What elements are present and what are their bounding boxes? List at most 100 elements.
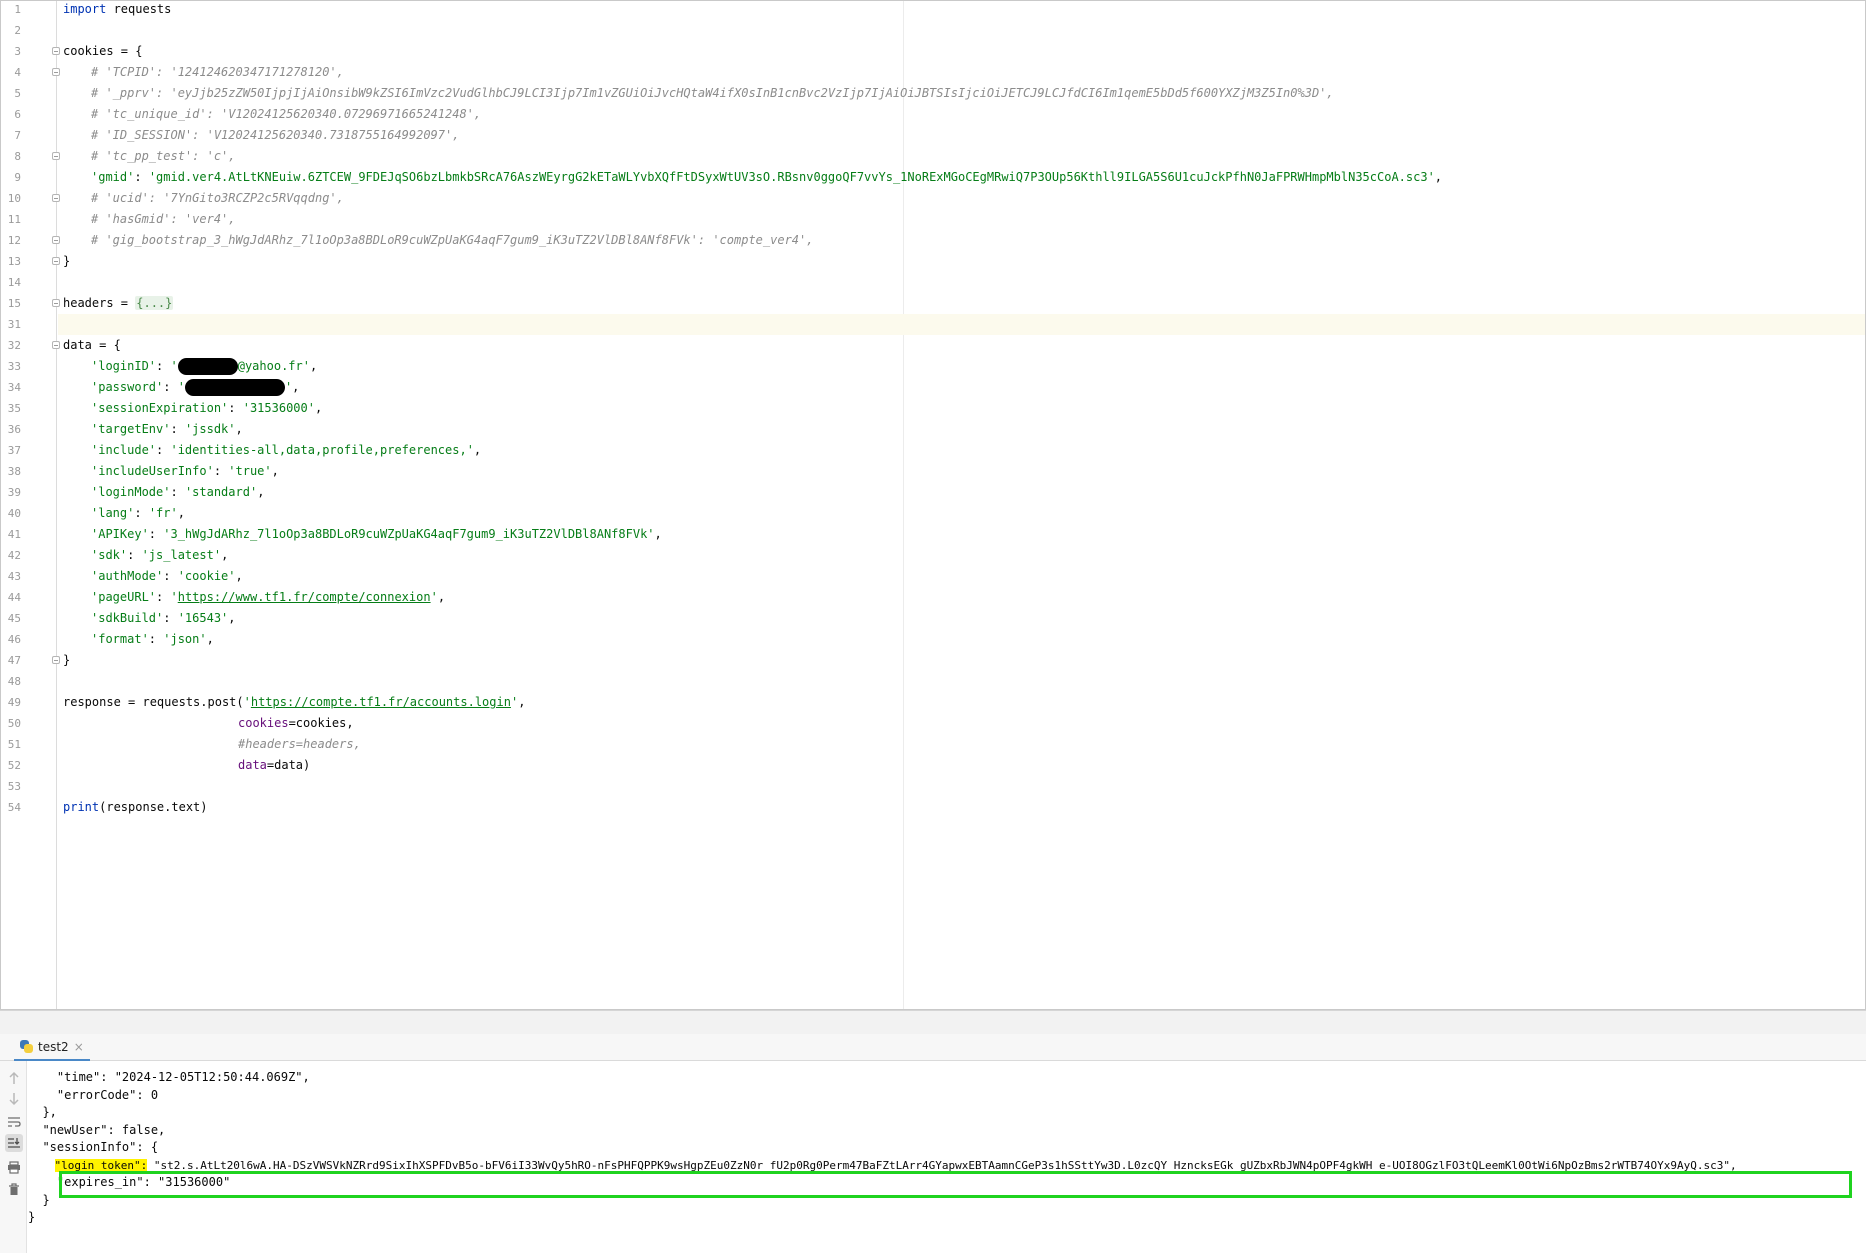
code-line[interactable]: 11 # 'hasGmid': 'ver4', xyxy=(1,209,1865,230)
code-line[interactable]: 8 # 'tc_pp_test': 'c', xyxy=(1,146,1865,167)
code-line[interactable]: 33 'loginID': ' @yahoo.fr', xyxy=(1,356,1865,377)
code-token: , xyxy=(235,569,243,583)
code-text: data = { xyxy=(63,335,121,356)
code-link[interactable]: https://compte.tf1.fr/accounts.login xyxy=(251,695,511,709)
code-token: 'js_latest' xyxy=(141,548,222,562)
code-line[interactable]: 51 #headers=headers, xyxy=(1,734,1865,755)
arrow-down-icon[interactable] xyxy=(5,1090,23,1108)
fold-toggle-icon[interactable] xyxy=(52,152,60,160)
panel-splitter[interactable] xyxy=(0,1010,1866,1034)
code-line[interactable]: 12 # 'gig_bootstrap_3_hWgJdARhz_7l1oOp3a8… xyxy=(1,230,1865,251)
code-line[interactable]: 31 xyxy=(1,314,1865,335)
code-line[interactable]: 52 data=data) xyxy=(1,755,1865,776)
code-text: cookies=cookies, xyxy=(63,713,354,734)
code-line[interactable]: 42 'sdk': 'js_latest', xyxy=(1,545,1865,566)
code-line[interactable]: 36 'targetEnv': 'jssdk', xyxy=(1,419,1865,440)
code-line[interactable]: 10 # 'ucid': '7YnGito3RCZP2c5RVqqdng', xyxy=(1,188,1865,209)
code-text: print(response.text) xyxy=(63,797,208,818)
code-text: # 'ID_SESSION': 'V12024125620340.7318755… xyxy=(63,125,459,146)
code-line[interactable]: 6 # 'tc_unique_id': 'V12024125620340.0729… xyxy=(1,104,1865,125)
code-line[interactable]: 5 # '_pprv': 'eyJjb25zZW50IjpjIjAiOnsibW9… xyxy=(1,83,1865,104)
code-line[interactable]: 48 xyxy=(1,671,1865,692)
code-text: # '_pprv': 'eyJjb25zZW50IjpjIjAiOnsibW9k… xyxy=(63,83,1334,104)
code-token: 'json' xyxy=(163,632,207,646)
code-link[interactable]: https://www.tf1.fr/compte/connexion xyxy=(178,590,431,604)
code-line[interactable]: 49 response = requests.post('https://comp… xyxy=(1,692,1865,713)
fold-toggle-icon[interactable] xyxy=(52,194,60,202)
line-number: 34 xyxy=(7,381,21,394)
code-text: 'includeUserInfo': 'true', xyxy=(63,461,279,482)
code-token: 'password' xyxy=(91,380,164,394)
code-line[interactable]: 9 'gmid': 'gmid.ver4.AtLtKNEuiw.6ZTCEW_9F… xyxy=(1,167,1865,188)
code-text: 'APIKey': '3_hWgJdARhz_7l1oOp3a8BDLoR9cu… xyxy=(63,524,662,545)
print-icon[interactable] xyxy=(5,1158,23,1176)
code-text: 'gmid': 'gmid.ver4.AtLtKNEuiw.6ZTCEW_9FD… xyxy=(63,167,1442,188)
code-line[interactable]: 4 # 'TCPID': '124124620347171278120', xyxy=(1,62,1865,83)
code-text: 'targetEnv': 'jssdk', xyxy=(63,419,243,440)
fold-toggle-icon[interactable] xyxy=(52,68,60,76)
code-line[interactable]: 35 'sessionExpiration': '31536000', xyxy=(1,398,1865,419)
python-file-icon xyxy=(20,1040,33,1053)
code-line[interactable]: 47} xyxy=(1,650,1865,671)
code-token: 'sdk' xyxy=(91,548,128,562)
code-token: , xyxy=(1434,170,1443,184)
code-line[interactable]: 32 data = { xyxy=(1,335,1865,356)
close-icon[interactable]: × xyxy=(74,1040,84,1054)
trash-icon[interactable] xyxy=(5,1180,23,1198)
code-token: 'fr' xyxy=(148,506,178,520)
code-token: response = requests.post( xyxy=(63,695,244,709)
code-line[interactable]: 39 'loginMode': 'standard', xyxy=(1,482,1865,503)
code-line[interactable]: 2 xyxy=(1,20,1865,41)
code-line[interactable]: 13} xyxy=(1,251,1865,272)
code-text: 'authMode': 'cookie', xyxy=(63,566,243,587)
code-line[interactable]: 14 xyxy=(1,272,1865,293)
soft-wrap-icon[interactable] xyxy=(5,1113,23,1131)
fold-toggle-icon[interactable] xyxy=(52,299,60,307)
fold-toggle-icon[interactable] xyxy=(52,236,60,244)
code-line[interactable]: 46 'format': 'json', xyxy=(1,629,1865,650)
code-text: } xyxy=(63,251,70,272)
code-token: , xyxy=(309,359,318,373)
code-token: , xyxy=(177,506,185,520)
code-line[interactable]: 40 'lang': 'fr', xyxy=(1,503,1865,524)
line-number: 41 xyxy=(7,528,21,541)
line-number: 8 xyxy=(14,150,21,163)
code-token: , xyxy=(235,422,243,436)
code-token: : xyxy=(134,506,149,520)
fold-toggle-icon[interactable] xyxy=(52,257,60,265)
code-token: 'loginID' xyxy=(91,359,157,373)
code-token: , xyxy=(257,485,265,499)
code-token: ' xyxy=(170,359,178,373)
code-line[interactable]: 54 print(response.text) xyxy=(1,797,1865,818)
code-line[interactable]: 34 'password': ' ', xyxy=(1,377,1865,398)
code-text: 'pageURL': 'https://www.tf1.fr/compte/co… xyxy=(63,587,445,608)
fold-toggle-icon[interactable] xyxy=(52,47,60,55)
code-editor[interactable]: 1 import requests 2 3 cookies = {4 # 'TCPID':… xyxy=(0,0,1866,1010)
code-line[interactable]: 15 headers = {...} xyxy=(1,293,1865,314)
code-token[interactable]: {...} xyxy=(135,296,174,310)
scroll-to-end-icon[interactable] xyxy=(5,1134,23,1152)
redacted-value xyxy=(177,358,238,375)
code-token: 'format' xyxy=(91,632,149,646)
fold-toggle-icon[interactable] xyxy=(52,656,60,664)
code-line[interactable]: 44 'pageURL': 'https://www.tf1.fr/compte/… xyxy=(1,587,1865,608)
code-text: data=data) xyxy=(63,755,310,776)
code-token: ' xyxy=(243,695,251,709)
line-number: 4 xyxy=(14,66,21,79)
run-tab-test2[interactable]: test2 × xyxy=(14,1034,90,1061)
code-line[interactable]: 50 cookies=cookies, xyxy=(1,713,1865,734)
code-line[interactable]: 37 'include': 'identities-all,data,profil… xyxy=(1,440,1865,461)
code-line[interactable]: 41 'APIKey': '3_hWgJdARhz_7l1oOp3a8BDLoR9… xyxy=(1,524,1865,545)
console-output[interactable]: "time": "2024-12-05T12:50:44.069Z", "err… xyxy=(28,1061,1866,1253)
code-line[interactable]: 7 # 'ID_SESSION': 'V12024125620340.731875… xyxy=(1,125,1865,146)
arrow-up-icon[interactable] xyxy=(5,1069,23,1087)
code-line[interactable]: 53 xyxy=(1,776,1865,797)
code-line[interactable]: 43 'authMode': 'cookie', xyxy=(1,566,1865,587)
code-text: } xyxy=(63,650,70,671)
code-line[interactable]: 45 'sdkBuild': '16543', xyxy=(1,608,1865,629)
fold-toggle-icon[interactable] xyxy=(52,341,60,349)
code-line[interactable]: 38 'includeUserInfo': 'true', xyxy=(1,461,1865,482)
code-line[interactable]: 3 cookies = { xyxy=(1,41,1865,62)
code-line[interactable]: 1 import requests xyxy=(1,1,1865,20)
